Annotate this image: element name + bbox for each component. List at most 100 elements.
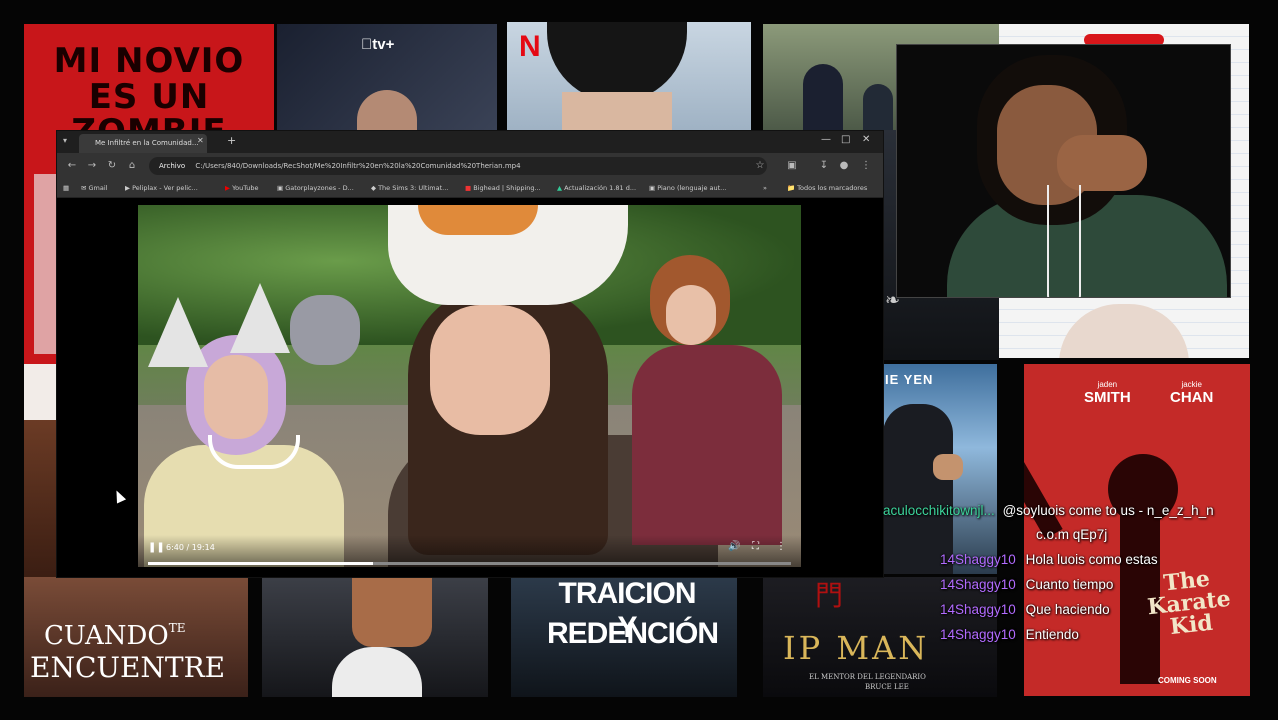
bookmark-star-icon[interactable]: ☆ [753,159,767,173]
bookmark-chevron-icon[interactable]: » [763,181,767,195]
bookmark-sims3[interactable]: ◆ The Sims 3: Ultimat... [371,181,448,195]
poster-figure [1059,304,1189,358]
menu-icon[interactable]: ⋮ [859,159,873,173]
browser-window: ▾ Me Infiltré en la Comunidad... ✕ + — □… [57,131,883,577]
headphones [208,435,300,469]
cat-ear-left [148,297,208,367]
download-icon[interactable]: ↧ [817,159,831,173]
pause-icon[interactable]: ❚❚ [148,542,165,553]
karate-kid-title: The Karate Kid [1146,565,1232,641]
poster-figure [803,64,843,130]
poster-boxer [352,577,432,647]
bookmark-label: Peliplax - Ver pelic... [132,184,198,192]
chat-username: 14Shaggy10 [940,602,1016,617]
address-row: ← → ↻ ⌂ Archivo C:/Users/840/Downloads/R… [57,153,883,179]
person-right [632,345,782,545]
volume-icon[interactable]: 🔊 [728,541,740,552]
poster-actor-2-first: jackie [1181,380,1202,389]
poster-actor-name: IE YEN [885,372,934,387]
bookmark-label: Actualización 1.81 d... [564,184,637,192]
bookmark-gatorplayzones[interactable]: ▣ Gatorplayzones - D... [277,181,354,195]
apps-icon[interactable]: ▦ [63,181,69,195]
chat-username: aculocchikitownjl... [883,503,995,518]
wolf-hat-top [418,205,538,235]
video-controls: ❚❚ 6:40 / 19:14 🔊 ⛶ ⋮ [138,535,801,567]
webcam-overlay [896,44,1231,298]
cuando-te: TE [168,621,186,635]
poster-face [357,90,417,130]
new-tab-icon[interactable]: + [227,134,236,147]
poster-hair [547,22,687,102]
chat-text: c.o.m qEp7j [1036,527,1108,542]
cat-ear-right [230,283,290,353]
bookmark-label: Gmail [88,184,108,192]
chat-username: 14Shaggy10 [940,577,1016,592]
bookmark-label: The Sims 3: Ultimat... [378,184,449,192]
address-bar[interactable]: Archivo C:/Users/840/Downloads/RecShot/M… [149,157,767,175]
all-bookmarks[interactable]: 📁 Todos los marcadores [787,181,867,195]
chat-message: c.o.m qEp7j [1036,527,1107,545]
chat-username: 14Shaggy10 [940,552,1016,567]
chat-message: 14Shaggy10 Hola luois como estas [940,552,1158,570]
video-progress-fill [148,562,374,565]
tab-bar: ▾ Me Infiltré en la Comunidad... ✕ + — □… [57,131,883,153]
browser-tab[interactable]: Me Infiltré en la Comunidad... [79,134,207,153]
poster-actor-2: jackie CHAN [1170,380,1213,406]
fullscreen-icon[interactable]: ⛶ [752,541,759,552]
home-icon[interactable]: ⌂ [125,159,139,173]
minimize-icon[interactable]: — [821,134,831,145]
poster-fighter [883,404,953,574]
poster-cuando-te-encuentre: CUANDOTE ENCUENTRE [24,577,248,697]
bookmark-label: Todos los marcadores [797,184,868,192]
poster-figure [863,84,893,130]
earphone-cable [1047,185,1081,297]
bookmark-label: Gatorplayzones - D... [285,184,354,192]
video-frame[interactable] [138,205,801,567]
reload-icon[interactable]: ↻ [105,159,119,173]
video-progress-bar[interactable] [148,562,791,565]
karate-coming-soon: COMING SOON [1158,676,1217,685]
bookmark-gmail[interactable]: ✉ Gmail [81,181,107,195]
cuando-title-2: ENCUENTRE [30,651,226,684]
window-close-icon[interactable]: ✕ [862,134,870,145]
chat-text: Hola luois como estas [1025,552,1158,567]
bookmark-youtube[interactable]: ▶ YouTube [225,181,259,195]
profile-icon[interactable]: ● [837,159,851,173]
bookmark-actualizacion[interactable]: ▲ Actualización 1.81 d... [557,181,636,195]
poster-actor-1-first: jaden [1097,380,1118,389]
tab-close-icon[interactable]: ✕ [197,136,204,145]
back-icon[interactable]: ← [65,159,79,173]
maximize-icon[interactable]: □ [841,134,850,145]
bookmark-peliplax[interactable]: ▶ Peliplax - Ver pelic... [125,181,198,195]
poster-boxing [262,577,488,697]
forward-icon[interactable]: → [85,159,99,173]
poster-actor-1: jaden SMITH [1084,380,1131,406]
video-time: 6:40 / 19:14 [166,543,215,552]
chat-username: 14Shaggy10 [940,627,1016,642]
chat-text: Entiendo [1025,627,1079,642]
person-center-face [430,305,550,435]
tab-list-icon[interactable]: ▾ [63,136,67,145]
ip-man-subtitle-2: BRUCE LEE [865,683,909,691]
chat-text: Que haciendo [1025,602,1110,617]
poster-netflix: N [507,22,751,130]
poster-appletv: tv+ [277,24,497,130]
chat-message: 14Shaggy10 Que haciendo [940,602,1110,620]
cuando-title: CUANDOTE [44,621,185,651]
video-menu-icon[interactable]: ⋮ [776,541,786,552]
address-url: C:/Users/840/Downloads/RecShot/Me%20Infi… [195,162,521,170]
poster-ip-man-top: IE YEN [883,364,997,574]
bookmark-piano[interactable]: ▣ Piano (lenguaje aut... [649,181,726,195]
poster-red-mark: 門 [815,579,844,612]
extension-icon[interactable]: ▣ [785,159,799,173]
netflix-logo: N [519,30,541,63]
poster-glove [332,647,422,697]
poster-actor-2-last: CHAN [1170,389,1214,406]
person-masked [290,295,360,365]
bookmark-bighead[interactable]: ■ Bighead | Shipping... [465,181,541,195]
file-scheme-label: Archivo [159,162,186,170]
chat-message: 14Shaggy10 Cuanto tiempo [940,577,1113,595]
person-right-face [666,285,716,345]
chat-text: Cuanto tiempo [1025,577,1114,592]
chat-message: aculocchikitownjl... @soyluois come to u… [883,503,1214,521]
